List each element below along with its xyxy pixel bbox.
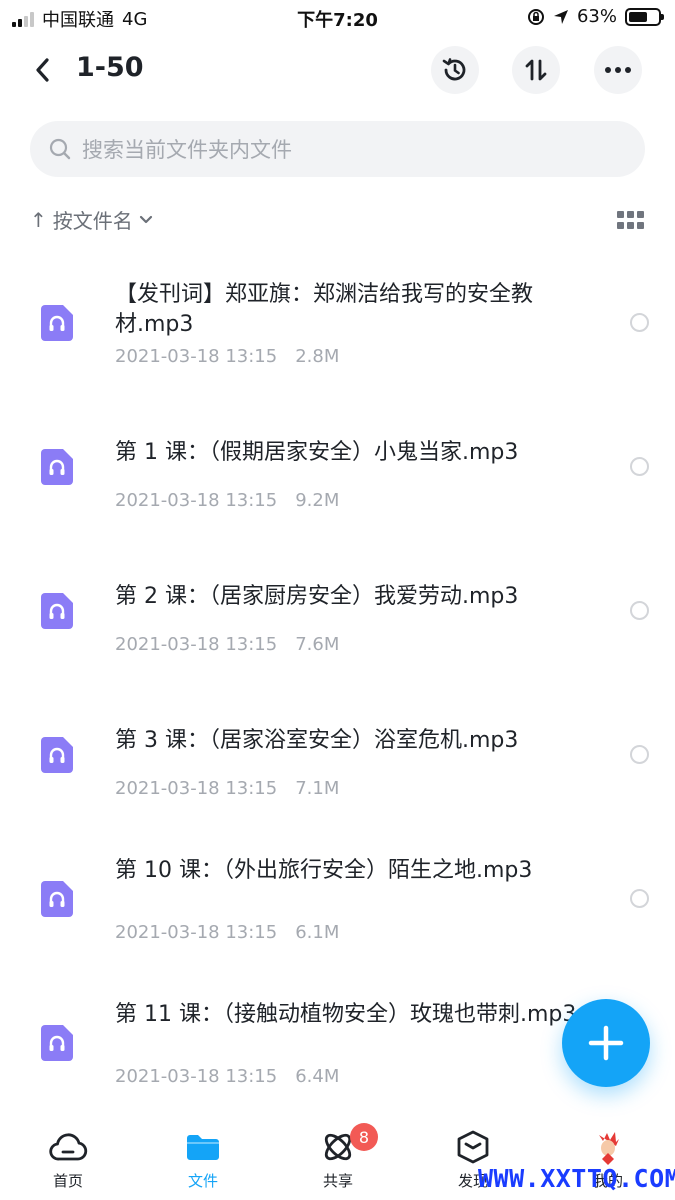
search-input[interactable]: 搜索当前文件夹内文件 [30, 121, 645, 177]
file-name: 第 1 课：（假期居家安全）小鬼当家.mp3 [115, 440, 519, 465]
audio-file-icon [41, 737, 73, 773]
file-row[interactable]: 第 3 课：（居家浴室安全）浴室危机.mp3 2021-03-18 13:15 7.… [0, 682, 675, 826]
file-name: 【发刊词】郑亚旗：郑渊洁给我写的安全教材.mp3 [115, 282, 534, 337]
select-radio[interactable] [630, 313, 649, 332]
file-name: 第 3 课：（居家浴室安全）浴室危机.mp3 [115, 728, 519, 753]
tab-files-label: 文件 [187, 1172, 218, 1190]
file-date: 2021-03-18 13:15 [115, 490, 278, 511]
audio-file-icon [41, 593, 73, 629]
folder-icon [187, 1135, 219, 1160]
file-meta: 2021-03-18 13:15 7.6M [115, 634, 339, 655]
sort-direction-arrow: ↑ [30, 207, 47, 232]
chevron-left-icon [36, 58, 49, 82]
status-bar: 中国联通 4G 下午7:20 63% [0, 0, 675, 36]
select-radio[interactable] [630, 745, 649, 764]
watermark-text: WWW.XXTTQ.COM [478, 1164, 675, 1193]
sort-toggle-button[interactable] [512, 46, 560, 94]
sort-by-name-button[interactable]: ↑ 按文件名 [30, 205, 153, 234]
file-name: 第 2 课：（居家厨房安全）我爱劳动.mp3 [115, 584, 519, 609]
file-date: 2021-03-18 13:15 [115, 922, 278, 943]
share-notification-badge: 8 [350, 1123, 378, 1151]
file-name: 第 10 课：（外出旅行安全）陌生之地.mp3 [115, 858, 533, 883]
search-icon [49, 138, 71, 160]
rotation-lock-icon [527, 8, 544, 25]
audio-file-icon [41, 305, 73, 341]
chevron-down-icon [139, 215, 152, 223]
sort-row: ↑ 按文件名 [30, 205, 645, 237]
file-size: 2.8M [295, 346, 340, 367]
file-meta: 2021-03-18 13:15 2.8M [115, 346, 339, 367]
file-row[interactable]: 【发刊词】郑亚旗：郑渊洁给我写的安全教材.mp3 2021-03-18 13:15… [0, 250, 675, 394]
add-button[interactable] [562, 999, 650, 1087]
more-button[interactable] [594, 46, 642, 94]
tab-share-label: 共享 [322, 1172, 353, 1190]
file-size: 7.1M [295, 778, 340, 799]
battery-percent: 63% [576, 6, 617, 27]
sort-icon [525, 59, 547, 81]
back-button[interactable] [24, 52, 60, 88]
tab-home[interactable]: 首页 [23, 1128, 113, 1198]
select-radio[interactable] [630, 601, 649, 620]
file-date: 2021-03-18 13:15 [115, 1066, 278, 1087]
file-date: 2021-03-18 13:15 [115, 634, 278, 655]
select-radio[interactable] [630, 457, 649, 476]
file-meta: 2021-03-18 13:15 9.2M [115, 490, 339, 511]
file-size: 6.1M [295, 922, 340, 943]
file-meta: 2021-03-18 13:15 6.1M [115, 922, 339, 943]
battery-icon [625, 7, 664, 26]
audio-file-icon [41, 881, 73, 917]
file-row[interactable]: 第 10 课：（外出旅行安全）陌生之地.mp3 2021-03-18 13:15 6… [0, 826, 675, 970]
cloud-icon [49, 1133, 88, 1161]
file-size: 9.2M [295, 490, 340, 511]
file-date: 2021-03-18 13:15 [115, 346, 278, 367]
file-name: 第 11 课：（接触动植物安全）玫瑰也带刺.mp3 [115, 1002, 577, 1027]
file-meta: 2021-03-18 13:15 7.1M [115, 778, 339, 799]
header: 1-50 [0, 40, 675, 100]
more-icon [605, 67, 631, 73]
file-row[interactable]: 第 2 课：（居家厨房安全）我爱劳动.mp3 2021-03-18 13:15 7.… [0, 538, 675, 682]
location-icon [553, 9, 568, 24]
select-radio[interactable] [630, 889, 649, 908]
box-icon [457, 1130, 489, 1164]
file-size: 6.4M [295, 1066, 340, 1087]
sort-label: 按文件名 [52, 209, 133, 233]
file-list: 【发刊词】郑亚旗：郑渊洁给我写的安全教材.mp3 2021-03-18 13:15… [0, 250, 675, 1114]
history-button[interactable] [431, 46, 479, 94]
file-meta: 2021-03-18 13:15 6.4M [115, 1066, 339, 1087]
audio-file-icon [41, 1025, 73, 1061]
history-icon [442, 58, 466, 81]
avatar-icon [599, 1132, 619, 1165]
file-row[interactable]: 第 1 课：（假期居家安全）小鬼当家.mp3 2021-03-18 13:15 9.… [0, 394, 675, 538]
tab-files[interactable]: 文件 [158, 1128, 248, 1198]
file-size: 7.6M [295, 634, 340, 655]
tab-home-label: 首页 [52, 1172, 83, 1190]
grid-view-icon[interactable] [617, 211, 644, 229]
plus-icon [588, 1025, 624, 1061]
page-title: 1-50 [76, 52, 144, 83]
search-placeholder: 搜索当前文件夹内文件 [82, 138, 292, 162]
audio-file-icon [41, 449, 73, 485]
file-date: 2021-03-18 13:15 [115, 778, 278, 799]
